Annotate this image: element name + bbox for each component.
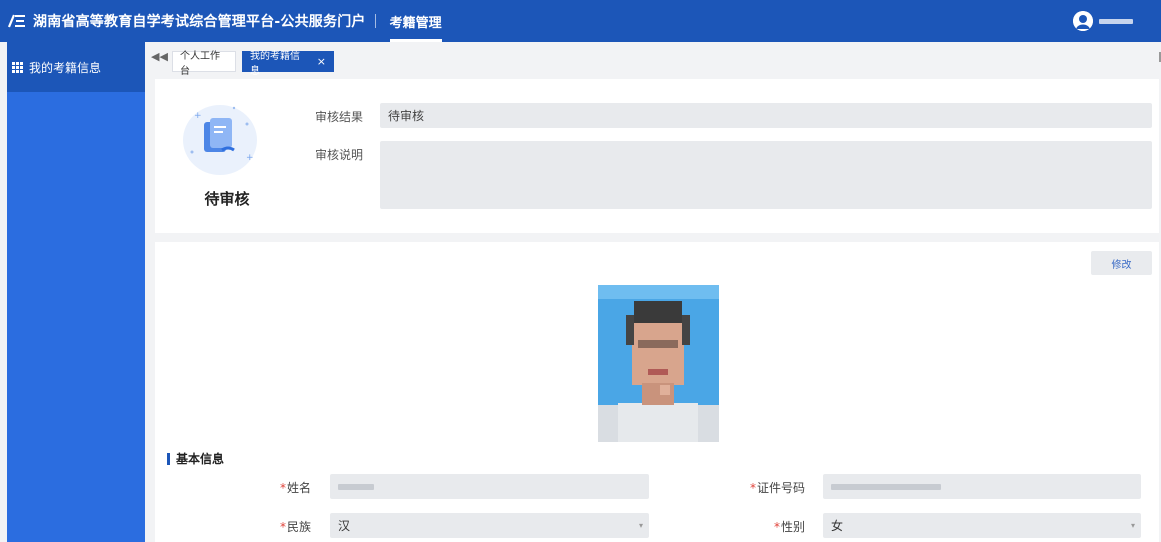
sidebar: 我的考籍信息 <box>7 42 145 542</box>
name-label: *姓名 <box>279 481 311 495</box>
id-number-label: *证件号码 <box>749 481 805 495</box>
sidebar-item-my-exam-records[interactable]: 我的考籍信息 <box>7 42 145 92</box>
tab-label: 我的考籍信息 <box>250 50 300 77</box>
sidebar-item-label: 我的考籍信息 <box>29 60 102 75</box>
double-left-arrow-icon[interactable]: ◀◀ <box>151 51 168 62</box>
pending-document-icon: + + <box>182 100 262 176</box>
review-status-text: 待审核 <box>204 190 250 208</box>
tab-label: 个人工作台 <box>180 50 220 77</box>
header-divider <box>374 14 376 28</box>
review-desc-field <box>380 141 1152 209</box>
basic-info-card: 修改 基本信息 *姓名 *证件号码 *民族 汉 ▾ *性别 女 ▾ <box>155 242 1159 542</box>
close-icon[interactable]: × <box>317 55 326 68</box>
logo-icon <box>7 11 27 31</box>
redacted-id-number <box>831 483 941 490</box>
tab-my-exam-records[interactable]: 我的考籍信息 × <box>242 51 334 77</box>
review-result-label: 审核结果 <box>314 110 363 124</box>
tab-bar: ◀◀ 个人工作台 我的考籍信息 × <box>145 42 1161 77</box>
svg-text:+: + <box>194 111 202 121</box>
ethnicity-select[interactable]: 汉 ▾ <box>330 513 649 538</box>
review-status-card: + + 待审核 审核结果 待审核 审核说明 <box>155 79 1159 233</box>
top-header: 湖南省高等教育自学考试综合管理平台-公共服务门户 考籍管理 <box>0 0 1161 42</box>
app-title: 湖南省高等教育自学考试综合管理平台-公共服务门户 <box>33 14 366 30</box>
avatar[interactable] <box>1073 11 1093 31</box>
modify-button[interactable]: 修改 <box>1091 251 1152 275</box>
section-title-basic-info: 基本信息 <box>167 453 224 465</box>
svg-text:+: + <box>246 153 254 163</box>
chevron-down-icon: ▾ <box>638 521 643 530</box>
ethnicity-value: 汉 <box>338 519 351 533</box>
nav-item-exam-records[interactable]: 考籍管理 <box>386 0 446 42</box>
user-menu[interactable] <box>1073 0 1133 42</box>
required-mark: * <box>773 520 780 534</box>
required-mark: * <box>279 481 286 495</box>
tab-personal-workbench[interactable]: 个人工作台 <box>172 51 236 77</box>
id-photo <box>598 285 719 442</box>
user-name-redacted <box>1099 18 1133 24</box>
name-field[interactable] <box>330 474 649 499</box>
ethnicity-label: *民族 <box>279 520 311 534</box>
grid-icon <box>12 61 23 73</box>
redacted-name <box>338 483 374 490</box>
gender-label: *性别 <box>773 520 805 534</box>
required-mark: * <box>749 481 756 495</box>
gender-value: 女 <box>831 519 844 533</box>
review-result-field: 待审核 <box>380 103 1152 128</box>
gender-select[interactable]: 女 ▾ <box>823 513 1141 538</box>
id-number-field[interactable] <box>823 474 1141 499</box>
chevron-down-icon: ▾ <box>1130 521 1135 530</box>
required-mark: * <box>279 520 286 534</box>
review-desc-label: 审核说明 <box>314 148 363 162</box>
